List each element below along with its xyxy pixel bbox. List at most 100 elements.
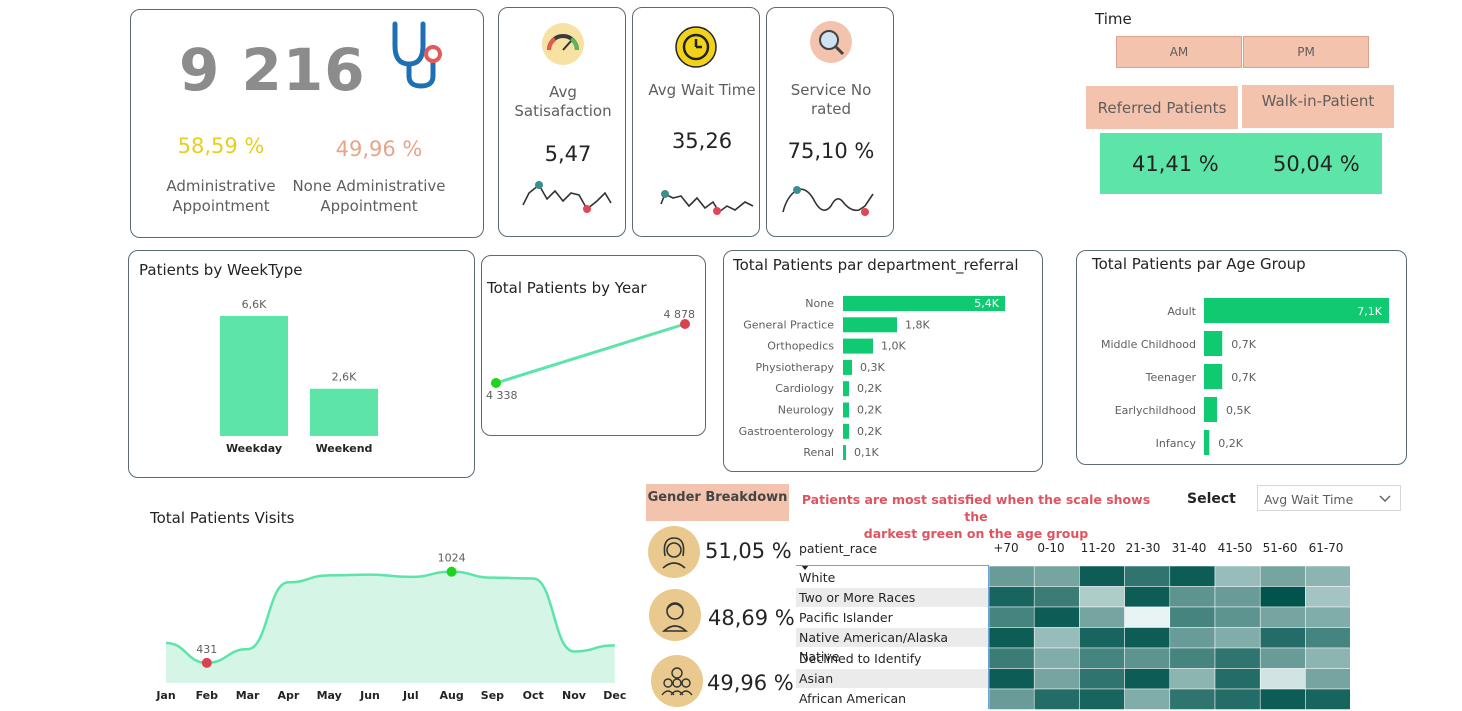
heatmap-cell	[1169, 627, 1216, 649]
stethoscope-icon	[389, 20, 451, 94]
non-admin-appointment-label: None Administrative Appointment	[289, 176, 449, 216]
heatmap-cell	[1124, 566, 1171, 587]
visits-area	[166, 571, 615, 683]
age-group-data-label: 0,7K	[1231, 371, 1256, 384]
heatmap-row-label: White	[799, 570, 836, 585]
heatmap-cell	[1259, 606, 1306, 628]
heatmap-cell	[1124, 586, 1171, 608]
age-group-category-label: Middle Childhood	[1101, 338, 1196, 351]
weektype-data-label: 2,6K	[332, 371, 357, 384]
kpi-satisfaction-title: Avg Satisafaction	[499, 83, 627, 121]
heatmap-grid	[989, 566, 1350, 710]
visits-month-label: Oct	[523, 689, 544, 702]
heatmap-cell	[1305, 566, 1350, 587]
heatmap-cell	[1169, 688, 1216, 710]
department-title: Total Patients par department_referral	[733, 256, 1019, 274]
walkin-patient-label: Walk-in-Patient	[1242, 85, 1394, 128]
department-category-label: Gastroenterology	[739, 425, 835, 438]
admin-appointment-label: Administrative Appointment	[151, 176, 291, 216]
measure-dropdown[interactable]: Avg Wait Time	[1257, 485, 1401, 511]
gauge-icon	[541, 22, 585, 70]
visits-month-label: Jun	[359, 689, 380, 702]
pm-button[interactable]: PM	[1243, 36, 1369, 68]
kpi-card-satisfaction: Avg Satisafaction 5,47	[498, 7, 626, 237]
department-bar	[843, 402, 849, 418]
heatmap-cell	[1033, 668, 1080, 690]
heatmap-cell	[989, 688, 1035, 710]
heatmap-cell	[1259, 668, 1306, 690]
heatmap-cell	[1214, 688, 1261, 710]
heatmap-cell	[1305, 586, 1350, 608]
department-data-label: 0,1K	[854, 446, 879, 459]
age-group-bar	[1204, 430, 1210, 455]
year-title: Total Patients by Year	[487, 279, 647, 297]
heatmap-cell	[1169, 647, 1216, 669]
heatmap-cell	[1214, 606, 1261, 628]
weektype-title: Patients by WeekType	[139, 261, 303, 279]
weektype-category-label: Weekend	[316, 442, 373, 455]
kpi-service-title-line2: rated	[811, 100, 851, 118]
am-button[interactable]: AM	[1116, 36, 1242, 68]
heatmap-header-line	[796, 565, 988, 566]
measure-dropdown-value: Avg Wait Time	[1264, 492, 1354, 507]
heatmap-cell	[1259, 566, 1306, 587]
heatmap-cell	[1305, 688, 1350, 710]
department-bar	[843, 338, 873, 354]
search-icon	[809, 20, 853, 68]
visits-month-label: Dec	[603, 689, 626, 702]
clock-icon	[675, 26, 717, 72]
heatmap-cell	[1259, 627, 1306, 649]
department-bar	[843, 445, 846, 461]
age-group-data-label: 7,1K	[1357, 305, 1382, 318]
heatmap-cell	[1259, 586, 1306, 608]
kpi-service-title-line1: Service No	[790, 81, 872, 99]
department-category-label: Orthopedics	[767, 340, 834, 353]
heatmap-cell	[1079, 566, 1125, 587]
heatmap-col: 0-10	[1037, 541, 1065, 555]
department-data-label: 5,4K	[974, 297, 999, 310]
year-min-label: 4 338	[486, 389, 518, 402]
visits-month-label: Mar	[236, 689, 260, 702]
visits-month-label: Jan	[155, 689, 175, 702]
year-line	[495, 322, 686, 385]
year-max-label: 4 878	[664, 308, 696, 321]
walkin-patient-value: 50,04 %	[1273, 152, 1360, 176]
visits-month-label: May	[317, 689, 342, 702]
heatmap-row-label: Pacific Islander	[799, 610, 893, 625]
heatmap-cell	[989, 668, 1035, 690]
age-group-data-label: 0,2K	[1218, 437, 1243, 450]
group-icon	[651, 655, 703, 707]
weektype-chart: 6,6K Weekday 2,6K Weekend	[220, 298, 378, 455]
heatmap-row-label: Native American/Alaska Native	[796, 628, 988, 664]
age-group-bar	[1204, 331, 1223, 356]
department-data-label: 0,2K	[857, 382, 882, 395]
heatmap-cell	[1124, 688, 1171, 710]
nonadmin-label-line2: Appointment	[320, 197, 418, 215]
department-chart: None 5,4K General Practice 1,8K Orthopedics 1…	[739, 296, 1005, 461]
age-group-chart: Adult 7,1K Middle Childhood 0,7K Teenager 0,7…	[1101, 298, 1389, 455]
visits-month-label: Nov	[562, 689, 587, 702]
heatmap-cell	[1214, 586, 1261, 608]
kpi-satisfaction-title-line1: Avg	[549, 83, 577, 101]
heatmap-cell	[1079, 627, 1125, 649]
visits-month-label: Jul	[402, 689, 419, 702]
kpi-wait-sparkline	[660, 190, 754, 215]
kpi-satisfaction-value: 5,47	[544, 142, 592, 166]
heatmap-cell	[989, 606, 1035, 628]
heatmap-cell	[1214, 647, 1261, 669]
heatmap-cell	[1079, 606, 1125, 628]
age-group-category-label: Infancy	[1156, 437, 1197, 450]
department-category-label: None	[805, 297, 834, 310]
visits-max-label: 1024	[438, 552, 466, 565]
heatmap-cell	[1124, 668, 1171, 690]
visits-month-label: Sep	[481, 689, 504, 702]
time-filter-title: Time	[1095, 10, 1132, 28]
total-patients-value: 9 216	[179, 36, 366, 104]
heatmap-row-label: Asian	[796, 669, 988, 688]
nonadmin-label-line1: None Administrative	[292, 177, 446, 195]
visits-min-label: 431	[196, 643, 217, 656]
group-pct: 49,96 %	[707, 671, 794, 695]
visits-month-label: Apr	[277, 689, 299, 702]
visits-max-point	[446, 566, 457, 577]
heatmap-cell	[989, 647, 1035, 669]
